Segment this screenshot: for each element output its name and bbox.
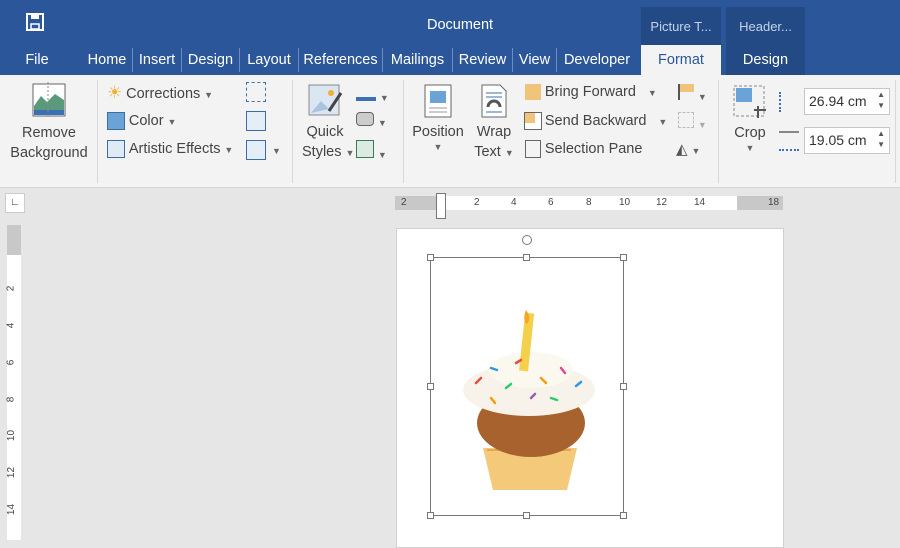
tab-references[interactable]: References — [299, 48, 383, 72]
remove-background-icon — [32, 82, 66, 118]
picture-effects-button[interactable]: ▼ — [356, 112, 387, 129]
sun-icon: ☀ — [107, 83, 123, 102]
width-spinner[interactable]: ▲ ▼ — [877, 128, 885, 150]
rotate-handle-icon[interactable] — [522, 235, 532, 245]
resize-handle[interactable] — [620, 383, 627, 390]
tab-design[interactable]: Design — [182, 48, 240, 72]
tab-format[interactable]: Format — [641, 45, 721, 75]
divider — [97, 80, 98, 183]
remove-background-button[interactable]: Remove Background — [6, 82, 92, 163]
reset-picture-icon[interactable] — [246, 140, 266, 160]
resize-handle[interactable] — [523, 512, 530, 519]
resize-handle[interactable] — [523, 254, 530, 261]
divider — [895, 80, 896, 183]
tab-developer[interactable]: Developer — [557, 48, 637, 72]
height-icon — [779, 92, 799, 112]
tab-review[interactable]: Review — [453, 48, 513, 72]
crop-button[interactable]: Crop ▼ — [729, 84, 771, 153]
eraser-icon — [356, 112, 374, 126]
header-footer-tools-header: Header... — [726, 7, 805, 45]
width-icon — [779, 131, 799, 151]
tab-file[interactable]: File — [14, 48, 60, 72]
align-icon — [678, 84, 694, 100]
compress-pictures-icon[interactable] — [246, 82, 266, 102]
resize-handle[interactable] — [427, 512, 434, 519]
change-picture-icon[interactable] — [246, 111, 266, 131]
bring-forward-icon — [525, 84, 541, 101]
save-icon[interactable] — [26, 13, 44, 31]
corrections-button[interactable]: ☀ Corrections ▼ — [107, 83, 213, 103]
tab-insert[interactable]: Insert — [133, 48, 182, 72]
wrap-text-button[interactable]: Wrap Text ▼ — [472, 83, 516, 163]
picture-border-button[interactable]: ▼ — [356, 83, 389, 104]
reset-picture-dropdown[interactable]: ▼ — [272, 146, 281, 156]
tab-selector[interactable]: ∟ — [5, 193, 25, 213]
resize-handle[interactable] — [620, 512, 627, 519]
cupcake-image — [463, 310, 595, 490]
send-backward-button[interactable]: Send Backward ▼ — [524, 112, 667, 131]
width-input[interactable]: 19.05 cm ▲ ▼ — [804, 127, 890, 154]
crop-icon — [733, 85, 766, 118]
artistic-effects-button[interactable]: Artistic Effects ▼ — [107, 140, 233, 159]
color-icon — [107, 112, 125, 131]
quick-styles-button[interactable]: Quick Styles ▼ — [302, 83, 354, 163]
tab-layout[interactable]: Layout — [240, 48, 299, 72]
selection-pane-button[interactable]: Selection Pane — [525, 140, 642, 159]
tab-mailings[interactable]: Mailings — [383, 48, 453, 72]
position-icon — [424, 84, 452, 118]
send-backward-icon — [524, 112, 542, 131]
artistic-effects-icon — [107, 140, 125, 159]
wrap-text-icon — [481, 84, 507, 118]
rotate-icon: ◭ — [676, 141, 688, 158]
height-spinner[interactable]: ▲ ▼ — [877, 89, 885, 111]
rotate-button[interactable]: ◭ ▼ — [676, 140, 700, 158]
selection-pane-icon — [525, 140, 541, 159]
vertical-ruler[interactable] — [7, 225, 21, 540]
group-icon — [678, 112, 694, 128]
tab-header-design[interactable]: Design — [726, 45, 805, 75]
divider — [403, 80, 404, 183]
height-input[interactable]: 26.94 cm ▲ ▼ — [804, 88, 890, 115]
picture-layout-button[interactable]: ▼ — [356, 140, 387, 161]
align-button[interactable]: ▼ — [678, 84, 707, 103]
resize-handle[interactable] — [427, 383, 434, 390]
position-button[interactable]: Position ▼ — [410, 83, 466, 152]
tab-view[interactable]: View — [513, 48, 557, 72]
group-button[interactable]: ▼ — [678, 112, 707, 131]
selected-picture[interactable] — [430, 257, 624, 516]
color-button[interactable]: Color ▼ — [107, 112, 176, 131]
indent-marker[interactable] — [436, 193, 446, 219]
divider — [292, 80, 293, 183]
picture-tools-header: Picture T... — [641, 7, 721, 45]
picture-layout-icon — [356, 140, 374, 158]
resize-handle[interactable] — [427, 254, 434, 261]
resize-handle[interactable] — [620, 254, 627, 261]
quick-styles-icon — [308, 84, 343, 116]
divider — [718, 80, 719, 183]
bring-forward-button[interactable]: Bring Forward ▼ — [525, 83, 657, 101]
window-title: Document — [427, 17, 494, 33]
pen-icon — [356, 83, 376, 101]
tab-home[interactable]: Home — [82, 48, 133, 72]
